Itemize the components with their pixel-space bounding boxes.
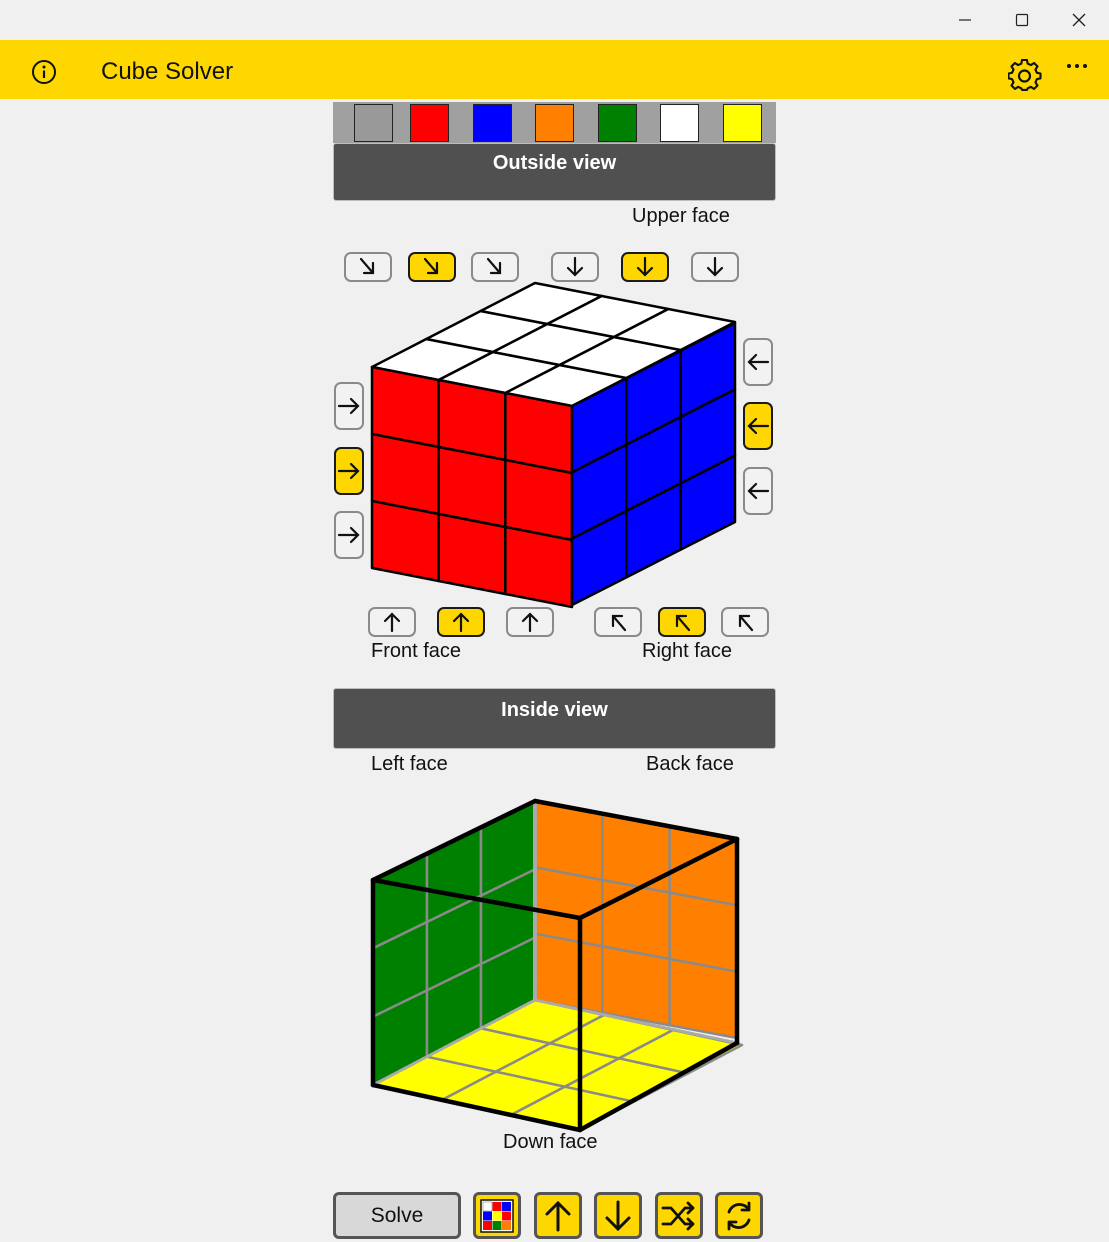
back-face-sticker[interactable]: [668, 957, 739, 1040]
color-grid-icon: [480, 1198, 514, 1233]
down-face-label: Down face: [503, 1131, 598, 1153]
solve-button[interactable]: Solve: [333, 1192, 461, 1239]
back-face: [533, 799, 739, 1040]
arrow-up-icon: [545, 1200, 571, 1231]
refresh-icon: [727, 1201, 751, 1230]
scramble-button[interactable]: [655, 1192, 703, 1239]
color-scan-button[interactable]: [473, 1192, 521, 1239]
move-down-button[interactable]: [594, 1192, 642, 1239]
inside-cube: [370, 798, 744, 1133]
shuffle-icon: [661, 1201, 695, 1230]
reset-button[interactable]: [715, 1192, 763, 1239]
back-face-sticker[interactable]: [601, 945, 671, 1027]
arrow-down-icon: [605, 1200, 631, 1231]
move-up-button[interactable]: [534, 1192, 582, 1239]
